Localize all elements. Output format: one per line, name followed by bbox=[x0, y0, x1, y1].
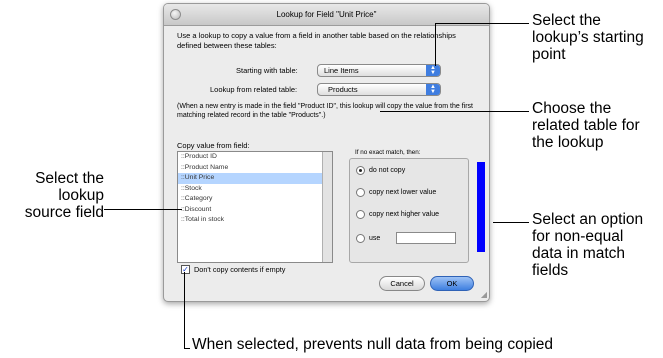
callout-source-field: Select the lookup source field bbox=[18, 170, 104, 221]
option-label: copy next higher value bbox=[369, 211, 440, 218]
leader-line bbox=[380, 111, 529, 112]
close-window-icon[interactable] bbox=[170, 9, 181, 20]
popup-arrows-icon: ▲ ▼ bbox=[426, 84, 440, 95]
option-copy-lower[interactable]: copy next lower value bbox=[356, 188, 436, 197]
source-field-list[interactable]: ::Product ID ::Product Name ::Unit Price… bbox=[177, 151, 333, 263]
option-label: copy next lower value bbox=[369, 189, 437, 196]
cancel-button[interactable]: Cancel bbox=[379, 276, 425, 291]
dont-copy-empty-option[interactable]: ✓ Don't copy contents if empty bbox=[181, 265, 285, 274]
no-match-options: do not copy copy next lower value copy n… bbox=[349, 158, 469, 263]
list-item[interactable]: ::Stock bbox=[178, 184, 332, 195]
related-table-popup[interactable]: Products ▲ ▼ bbox=[317, 83, 441, 96]
leader-line bbox=[104, 209, 182, 210]
radio-icon bbox=[356, 233, 365, 243]
related-table-value: Products bbox=[328, 85, 358, 94]
option-do-not-copy[interactable]: do not copy bbox=[356, 166, 405, 175]
callout-line: data in match bbox=[532, 245, 626, 262]
checkbox-checked-icon[interactable]: ✓ bbox=[181, 265, 190, 274]
callout-null-data: When selected, prevents null data from b… bbox=[192, 336, 554, 353]
radio-icon bbox=[356, 188, 365, 197]
starting-table-value: Line Items bbox=[324, 66, 359, 75]
callout-line: for non-equal bbox=[532, 228, 624, 245]
list-item[interactable]: ::Total in stock bbox=[178, 215, 332, 226]
popup-arrows-icon: ▲ ▼ bbox=[426, 65, 440, 76]
related-table-label: Lookup from related table: bbox=[210, 85, 298, 94]
callout-starting-point: Select the lookup’s starting point bbox=[532, 12, 644, 63]
list-scrollbar[interactable] bbox=[322, 152, 332, 262]
starting-table-popup[interactable]: Line Items ▲ ▼ bbox=[317, 64, 441, 77]
list-item[interactable]: ::Category bbox=[178, 194, 332, 205]
callout-line: Choose the bbox=[532, 100, 612, 117]
no-match-label: If no exact match, then: bbox=[355, 149, 421, 156]
leader-line bbox=[184, 272, 185, 349]
dialog-title: Lookup for Field "Unit Price" bbox=[276, 10, 377, 19]
option-label: do not copy bbox=[369, 167, 406, 174]
option-use[interactable]: use bbox=[356, 232, 457, 244]
option-label: use bbox=[369, 234, 381, 242]
list-item[interactable]: ::Discount bbox=[178, 205, 332, 216]
callout-line: related table for bbox=[532, 117, 640, 134]
list-item-selected[interactable]: ::Unit Price bbox=[178, 173, 332, 184]
callout-line: Select an option bbox=[532, 211, 644, 228]
resize-grip-icon[interactable]: ◢ bbox=[481, 290, 487, 299]
list-item[interactable]: ::Product Name bbox=[178, 163, 332, 174]
radio-selected-icon bbox=[356, 166, 365, 175]
callout-line: point bbox=[532, 46, 566, 63]
use-value-field[interactable] bbox=[396, 232, 457, 244]
callout-line: fields bbox=[532, 262, 569, 279]
callout-line: source field bbox=[24, 204, 104, 221]
callout-line: lookup’s starting bbox=[532, 29, 644, 46]
leader-line bbox=[184, 348, 190, 349]
callout-line: lookup bbox=[58, 187, 104, 204]
lookup-dialog: Lookup for Field "Unit Price" Use a look… bbox=[163, 3, 490, 302]
checkbox-label: Don't copy contents if empty bbox=[194, 265, 286, 274]
callout-related-table: Choose the related table for the lookup bbox=[532, 100, 640, 151]
leader-line bbox=[435, 23, 529, 24]
intro-text: Use a lookup to copy a value from a fiel… bbox=[177, 31, 456, 50]
copy-field-label: Copy value from field: bbox=[177, 141, 250, 150]
starting-table-label: Starting with table: bbox=[236, 66, 298, 75]
ok-button[interactable]: OK bbox=[430, 276, 474, 291]
callout-line: the lookup bbox=[532, 134, 604, 151]
highlight-bar bbox=[477, 162, 485, 252]
callout-line: Select the bbox=[35, 170, 104, 187]
callout-line: Select the bbox=[532, 12, 601, 29]
list-item[interactable]: ::Product ID bbox=[178, 152, 332, 163]
callout-non-equal: Select an option for non-equal data in m… bbox=[532, 211, 643, 279]
option-copy-higher[interactable]: copy next higher value bbox=[356, 210, 439, 219]
radio-icon bbox=[356, 210, 365, 219]
leader-line bbox=[493, 222, 529, 223]
leader-line bbox=[435, 23, 436, 66]
